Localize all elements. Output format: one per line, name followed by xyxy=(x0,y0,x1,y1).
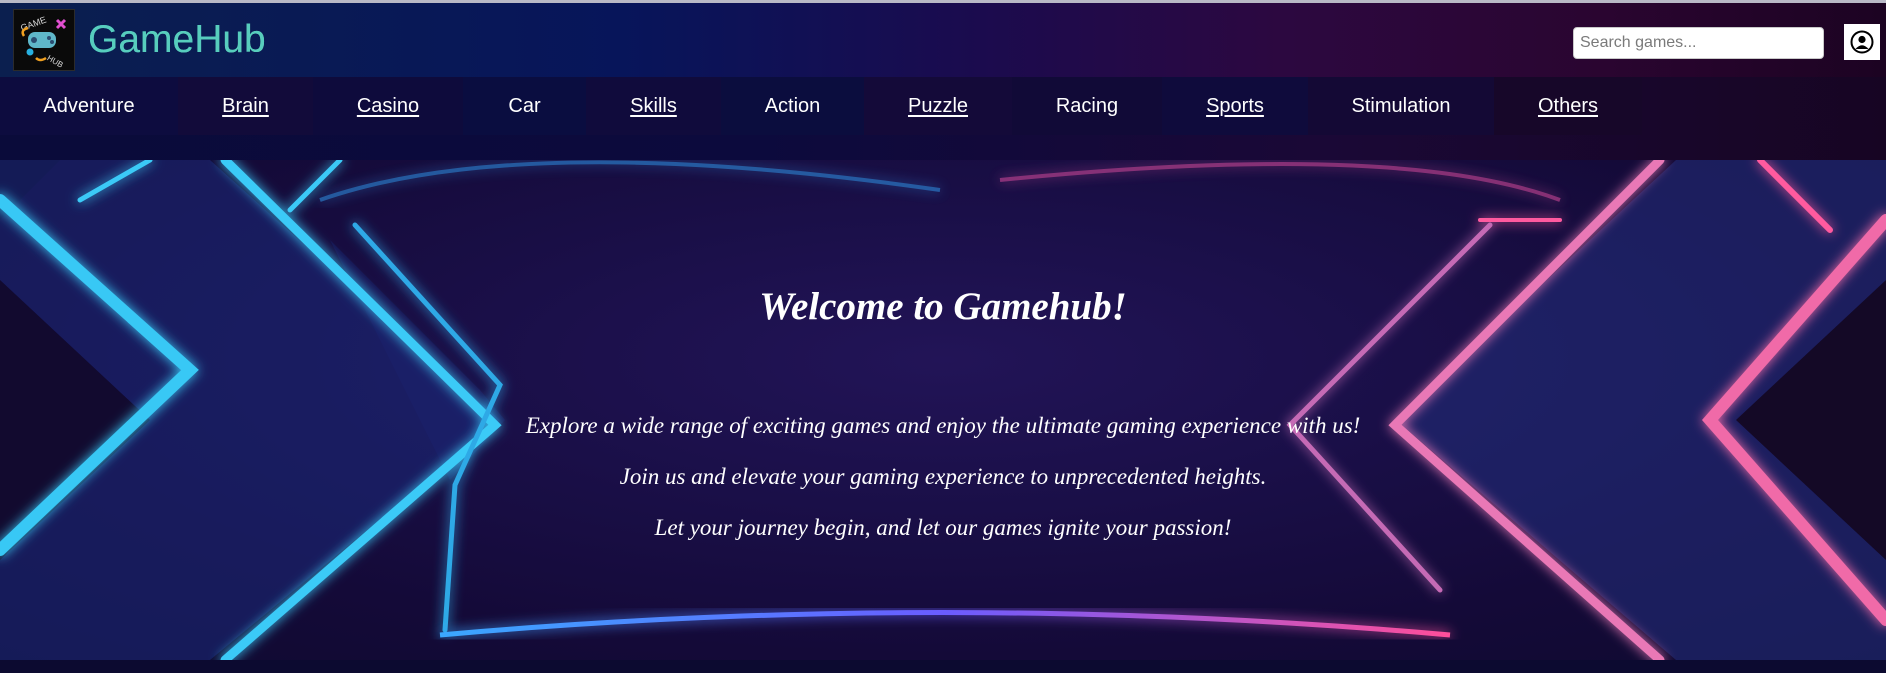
profile-button[interactable] xyxy=(1844,24,1880,60)
nav-item-puzzle[interactable]: Puzzle xyxy=(864,77,1012,135)
nav-item-others[interactable]: Others xyxy=(1494,77,1642,135)
gamehub-logo[interactable]: GAME HUB xyxy=(13,9,75,71)
nav-item-label: Racing xyxy=(1055,94,1119,117)
nav-item-stimulation[interactable]: Stimulation xyxy=(1308,77,1494,135)
nav-item-sports[interactable]: Sports xyxy=(1162,77,1308,135)
nav-item-label: Casino xyxy=(356,94,420,117)
nav-item-skills[interactable]: Skills xyxy=(586,77,721,135)
nav-item-casino[interactable]: Casino xyxy=(313,77,463,135)
hero-line-3: Let your journey begin, and let our game… xyxy=(654,515,1232,540)
nav-item-label: Brain xyxy=(222,94,269,117)
hero-title: Welcome to Gamehub! xyxy=(759,285,1127,328)
nav-item-action[interactable]: Action xyxy=(721,77,864,135)
nav-item-label: Action xyxy=(764,94,821,117)
logo-text-bottom: HUB xyxy=(46,53,65,69)
nav-item-label: Car xyxy=(508,94,541,117)
user-circle-icon xyxy=(1850,30,1874,54)
top-header: GAME HUB GameHub xyxy=(0,0,1886,77)
nav-item-label: Adventure xyxy=(43,94,135,117)
nav-item-label: Stimulation xyxy=(1351,94,1451,117)
hero-banner: Welcome to Gamehub! Explore a wide range… xyxy=(0,160,1886,660)
category-nav: Adventure Brain Casino Car Skills Action… xyxy=(0,77,1886,160)
hero-line-2: Join us and elevate your gaming experien… xyxy=(619,464,1267,489)
nav-item-adventure[interactable]: Adventure xyxy=(0,77,178,135)
bottom-strip xyxy=(0,660,1886,673)
nav-item-label: Skills xyxy=(630,94,677,117)
nav-item-brain[interactable]: Brain xyxy=(178,77,313,135)
hero-background xyxy=(0,160,1886,660)
nav-item-racing[interactable]: Racing xyxy=(1012,77,1162,135)
nav-item-label: Puzzle xyxy=(907,94,969,117)
nav-item-label: Others xyxy=(1537,94,1599,117)
nav-item-car[interactable]: Car xyxy=(463,77,586,135)
hero-line-1: Explore a wide range of exciting games a… xyxy=(525,413,1361,438)
brand-title[interactable]: GameHub xyxy=(88,17,266,63)
nav-item-label: Sports xyxy=(1206,94,1264,117)
logo-icon: GAME HUB xyxy=(19,15,67,70)
search-input[interactable] xyxy=(1573,27,1824,59)
